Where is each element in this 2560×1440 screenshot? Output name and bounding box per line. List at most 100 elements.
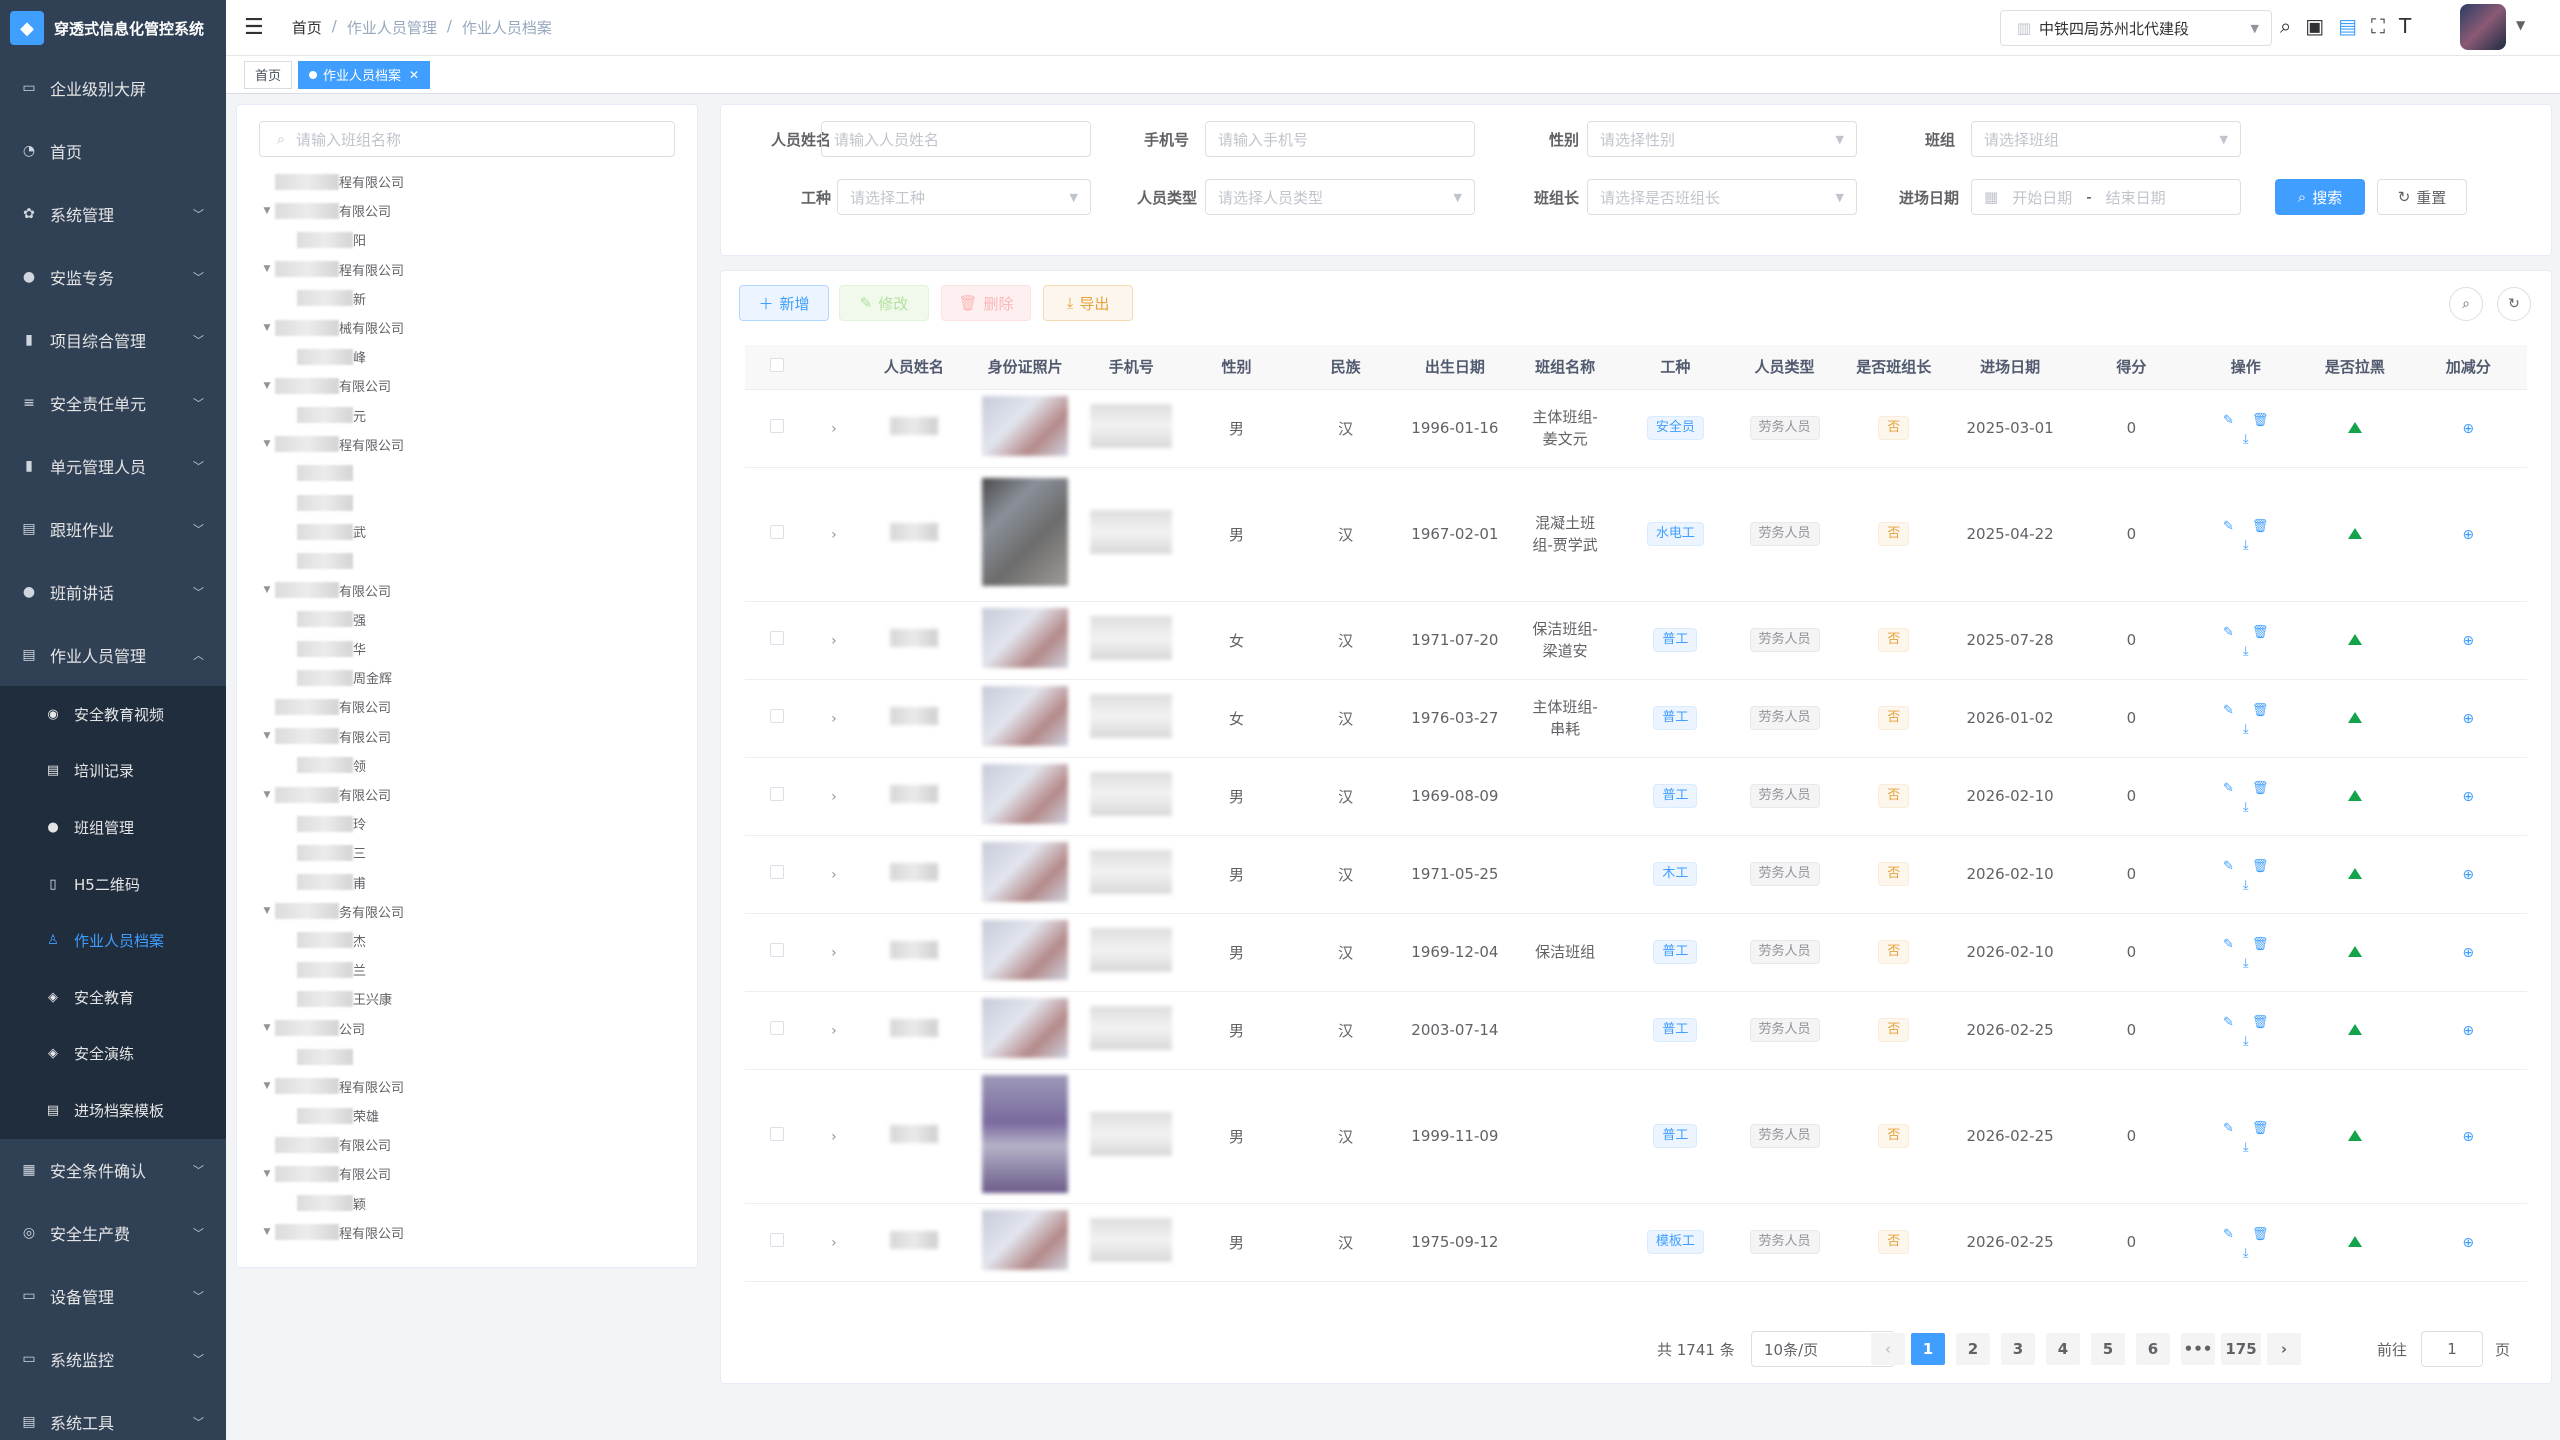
id-photo[interactable] bbox=[982, 396, 1069, 456]
blacklist-icon[interactable] bbox=[2347, 1024, 2362, 1035]
row-checkbox[interactable] bbox=[770, 631, 785, 645]
sidebar-item-8[interactable]: ● 班前讲话 ﹀ bbox=[0, 560, 226, 623]
edit-icon[interactable]: ✎ bbox=[2223, 625, 2234, 640]
adjust-score-cell[interactable]: ⊕ bbox=[2409, 913, 2527, 992]
chevron-right-icon[interactable]: › bbox=[831, 1023, 837, 1039]
trash-icon[interactable]: 🗑 bbox=[2252, 1121, 2269, 1136]
font-size-icon[interactable]: T bbox=[2399, 14, 2411, 38]
blacklist-cell[interactable] bbox=[2300, 835, 2410, 914]
tree-node[interactable]: 程有限公司 bbox=[259, 167, 659, 196]
blacklist-icon[interactable] bbox=[2347, 946, 2362, 957]
edit-icon[interactable]: ✎ bbox=[2223, 781, 2234, 796]
caret-down-icon[interactable]: ▼ bbox=[2516, 18, 2525, 32]
tree-node[interactable]: ▼ 程有限公司 bbox=[259, 255, 659, 284]
tree-node[interactable]: 王兴康 bbox=[259, 984, 659, 1013]
blacklist-cell[interactable] bbox=[2300, 601, 2410, 680]
select-all-checkbox[interactable] bbox=[770, 357, 785, 372]
submenu-item-3[interactable]: ▯ H5二维码 bbox=[0, 856, 226, 913]
adjust-score-cell[interactable]: ⊕ bbox=[2409, 601, 2527, 680]
plus-circle-icon[interactable]: ⊕ bbox=[2462, 633, 2474, 649]
page-button[interactable]: 4 bbox=[2046, 1333, 2080, 1365]
trash-icon[interactable]: 🗑 bbox=[2252, 413, 2269, 428]
type-select[interactable]: 请选择人员类型 ▼ bbox=[1205, 179, 1475, 215]
tree-search-input[interactable]: ⌕ 请输入班组名称 bbox=[259, 121, 675, 157]
refresh-button[interactable]: ↻ bbox=[2497, 287, 2531, 321]
message-icon[interactable]: ▣ bbox=[2305, 14, 2324, 38]
tree-node[interactable] bbox=[259, 546, 659, 575]
tree-node[interactable]: ▼ 有限公司 bbox=[259, 196, 659, 225]
caret-down-icon[interactable]: ▼ bbox=[259, 1081, 275, 1091]
id-photo[interactable] bbox=[982, 1210, 1069, 1270]
blacklist-icon[interactable] bbox=[2347, 712, 2362, 723]
trash-icon[interactable]: 🗑 bbox=[2252, 1015, 2269, 1030]
blacklist-cell[interactable] bbox=[2300, 389, 2410, 468]
page-button[interactable]: 5 bbox=[2091, 1333, 2125, 1365]
sidebar-item-9[interactable]: ▤ 作业人员管理 ︿ bbox=[0, 623, 226, 686]
plus-circle-icon[interactable]: ⊕ bbox=[2462, 789, 2474, 805]
adjust-score-cell[interactable]: ⊕ bbox=[2409, 757, 2527, 836]
plus-circle-icon[interactable]: ⊕ bbox=[2462, 1129, 2474, 1145]
sidebar-item-2[interactable]: ▭ 设备管理 ﹀ bbox=[0, 1265, 226, 1328]
chevron-right-icon[interactable]: › bbox=[831, 633, 837, 649]
page-button[interactable]: 3 bbox=[2001, 1333, 2035, 1365]
org-select[interactable]: ▥ 中铁四局苏州北代建段 ▼ bbox=[2000, 10, 2272, 46]
tree-node[interactable]: 杰 bbox=[259, 926, 659, 955]
leader-select[interactable]: 请选择是否班组长 ▼ bbox=[1587, 179, 1857, 215]
page-button[interactable]: 175 bbox=[2221, 1333, 2261, 1365]
caret-down-icon[interactable]: ▼ bbox=[259, 264, 275, 274]
submenu-item-4[interactable]: ♙ 作业人员档案 bbox=[0, 912, 226, 969]
tree-node[interactable]: 武 bbox=[259, 517, 659, 546]
download-icon[interactable]: ⤓ bbox=[2243, 1140, 2249, 1155]
trash-icon[interactable]: 🗑 bbox=[2252, 703, 2269, 718]
tree-node[interactable]: 有限公司 bbox=[259, 1130, 659, 1159]
tree-node[interactable]: ▼ 有限公司 bbox=[259, 722, 659, 751]
photo-cell[interactable] bbox=[969, 679, 1081, 758]
tree-node[interactable]: ▼ 公司 bbox=[259, 1013, 659, 1042]
document-icon[interactable]: ▤ bbox=[2338, 14, 2357, 38]
adjust-score-cell[interactable]: ⊕ bbox=[2409, 467, 2527, 602]
caret-down-icon[interactable]: ▼ bbox=[259, 1023, 275, 1033]
plus-circle-icon[interactable]: ⊕ bbox=[2462, 527, 2474, 543]
row-checkbox[interactable] bbox=[770, 419, 785, 433]
search-icon[interactable]: ⌕ bbox=[2280, 14, 2291, 38]
id-photo[interactable] bbox=[982, 764, 1069, 824]
download-icon[interactable]: ⤓ bbox=[2243, 644, 2249, 659]
expand-cell[interactable]: › bbox=[809, 1203, 859, 1282]
plus-circle-icon[interactable]: ⊕ bbox=[2462, 945, 2474, 961]
id-photo[interactable] bbox=[982, 608, 1069, 668]
blacklist-icon[interactable] bbox=[2347, 528, 2362, 539]
blacklist-cell[interactable] bbox=[2300, 757, 2410, 836]
avatar[interactable] bbox=[2460, 4, 2506, 50]
tree-node[interactable]: ▼ 程有限公司 bbox=[259, 1072, 659, 1101]
select-cell[interactable] bbox=[745, 1203, 810, 1282]
sidebar-item-0[interactable]: ▦ 安全条件确认 ﹀ bbox=[0, 1139, 226, 1202]
download-icon[interactable]: ⤓ bbox=[2243, 538, 2249, 553]
plus-circle-icon[interactable]: ⊕ bbox=[2462, 867, 2474, 883]
expand-cell[interactable]: › bbox=[809, 601, 859, 680]
tree-node[interactable]: 兰 bbox=[259, 955, 659, 984]
submenu-item-2[interactable]: ● 班组管理 bbox=[0, 799, 226, 856]
id-photo[interactable] bbox=[982, 478, 1069, 586]
photo-cell[interactable] bbox=[969, 835, 1081, 914]
photo-cell[interactable] bbox=[969, 389, 1081, 468]
caret-down-icon[interactable]: ▼ bbox=[259, 1227, 275, 1237]
edit-icon[interactable]: ✎ bbox=[2223, 519, 2234, 534]
plus-circle-icon[interactable]: ⊕ bbox=[2462, 1235, 2474, 1251]
chevron-right-icon[interactable]: › bbox=[831, 867, 837, 883]
app-logo[interactable]: ◆ 穿透式信息化管控系统 bbox=[0, 0, 226, 56]
caret-down-icon[interactable]: ▼ bbox=[259, 323, 275, 333]
caret-down-icon[interactable]: ▼ bbox=[259, 439, 275, 449]
tree-node[interactable]: 峰 bbox=[259, 342, 659, 371]
caret-down-icon[interactable]: ▼ bbox=[259, 790, 275, 800]
sidebar-item-7[interactable]: ▤ 跟班作业 ﹀ bbox=[0, 497, 226, 560]
search-button[interactable]: ⌕ 搜索 bbox=[2275, 179, 2365, 215]
download-icon[interactable]: ⤓ bbox=[2243, 722, 2249, 737]
tree-node[interactable]: 有限公司 bbox=[259, 692, 659, 721]
expand-cell[interactable]: › bbox=[809, 991, 859, 1070]
select-cell[interactable] bbox=[745, 679, 810, 758]
row-checkbox[interactable] bbox=[770, 1127, 785, 1141]
edit-icon[interactable]: ✎ bbox=[2223, 703, 2234, 718]
photo-cell[interactable] bbox=[969, 467, 1081, 602]
page-button[interactable]: 2 bbox=[1956, 1333, 1990, 1365]
page-button[interactable]: 6 bbox=[2136, 1333, 2170, 1365]
